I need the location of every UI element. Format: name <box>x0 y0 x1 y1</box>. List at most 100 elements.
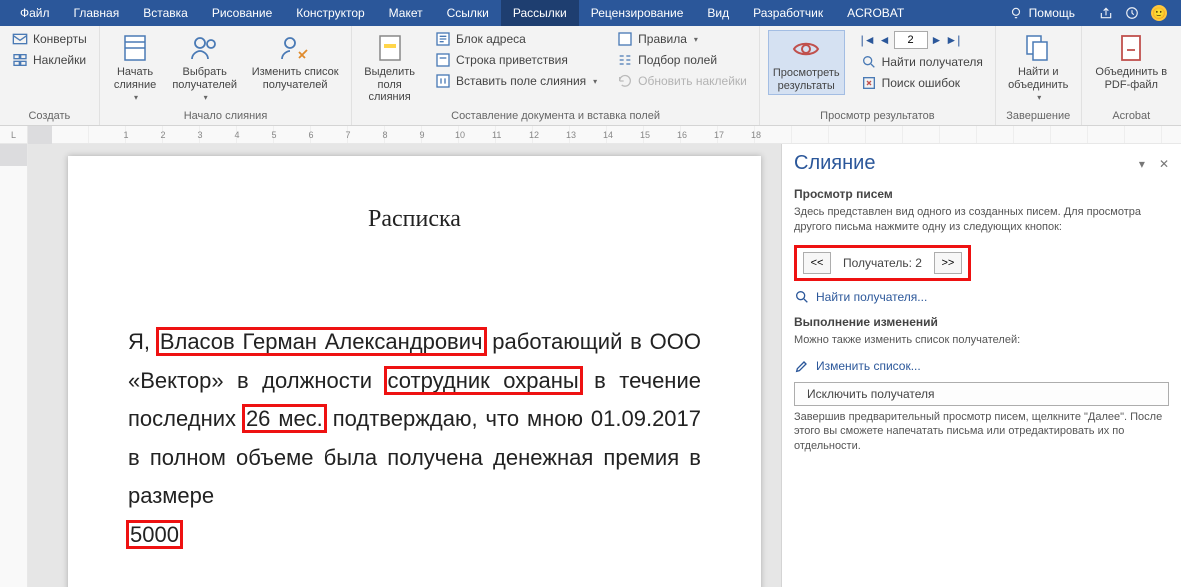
merge-field-months: 26 мес. <box>244 406 325 431</box>
envelopes-button[interactable]: Конверты <box>8 30 91 48</box>
highlight-icon <box>374 32 406 64</box>
preview-hint: Здесь представлен вид одного из созданны… <box>782 205 1181 241</box>
group-preview: Просмотреть результаты |◄ ◄ ► ►| Найти п… <box>760 26 996 125</box>
edit-recipients-button[interactable]: Изменить список получателей <box>247 30 343 93</box>
finish-hint: Завершив предварительный просмотр писем,… <box>782 410 1181 461</box>
document-page[interactable]: Расписка Я, Власов Герман Александрович … <box>68 156 761 587</box>
update-labels-button: Обновить наклейки <box>613 72 751 90</box>
highlight-fields-button[interactable]: Выделить поля слияния <box>360 30 419 106</box>
pdf-icon <box>1115 32 1147 64</box>
section-preview-heading: Просмотр писем <box>782 181 1181 205</box>
match-icon <box>617 52 633 68</box>
recipient-label: Получатель: 2 <box>837 256 928 270</box>
record-number-input[interactable] <box>894 31 928 49</box>
rules-button[interactable]: Правила▾ <box>613 30 751 48</box>
edit-icon <box>794 358 810 374</box>
next-recipient-button[interactable]: >> <box>934 252 962 274</box>
greeting-line-button[interactable]: Строка приветствия <box>431 51 601 69</box>
vertical-ruler[interactable] <box>0 144 28 587</box>
preview-results-button[interactable]: Просмотреть результаты <box>768 30 845 95</box>
find-recipient-link[interactable]: Найти получателя... <box>782 285 1181 309</box>
refresh-icon <box>617 73 633 89</box>
greeting-icon <box>435 52 451 68</box>
check-errors-button[interactable]: Поиск ошибок <box>857 74 987 92</box>
edit-list-icon <box>279 32 311 64</box>
ribbon: Конверты Наклейки Создать Начать слияние… <box>0 26 1181 126</box>
address-block-button[interactable]: Блок адреса <box>431 30 601 48</box>
start-merge-icon <box>119 32 151 64</box>
document-canvas[interactable]: Расписка Я, Власов Герман Александрович … <box>28 144 781 587</box>
tab-insert[interactable]: Вставка <box>131 0 200 26</box>
help-button[interactable]: Помощь <box>997 0 1087 26</box>
envelope-icon <box>12 31 28 47</box>
group-finish: Найти и объединить▾ Завершение <box>996 26 1082 125</box>
pane-close-icon[interactable]: ✕ <box>1159 157 1169 171</box>
group-compose: Выделить поля слияния Блок адреса Строка… <box>352 26 760 125</box>
first-record-icon[interactable]: |◄ <box>861 33 876 47</box>
group-create: Конверты Наклейки Создать <box>0 26 100 125</box>
select-recipients-button[interactable]: Выбрать получателей▾ <box>168 30 241 104</box>
group-label: Завершение <box>1004 110 1073 125</box>
group-label: Составление документа и вставка полей <box>360 110 751 125</box>
exclude-recipient-button[interactable]: Исключить получателя <box>794 382 1169 406</box>
history-icon[interactable] <box>1125 6 1139 20</box>
labels-button[interactable]: Наклейки <box>8 51 91 69</box>
preview-icon <box>790 33 822 65</box>
rules-icon <box>617 31 633 47</box>
recipient-nav: << Получатель: 2 >> <box>794 245 971 281</box>
pane-options-icon[interactable]: ▾ <box>1139 157 1145 171</box>
next-record-icon[interactable]: ► <box>931 33 943 47</box>
start-merge-button[interactable]: Начать слияние▾ <box>108 30 163 104</box>
horizontal-ruler[interactable]: L 123456789101112131415161718 <box>0 126 1181 144</box>
insert-field-icon <box>435 73 451 89</box>
finish-merge-button[interactable]: Найти и объединить▾ <box>1004 30 1073 104</box>
section-changes-heading: Выполнение изменений <box>782 309 1181 333</box>
tab-layout[interactable]: Макет <box>377 0 435 26</box>
group-label: Просмотр результатов <box>768 110 987 125</box>
merge-field-name: Власов Герман Александрович <box>158 329 485 354</box>
ruler-corner[interactable]: L <box>0 126 28 144</box>
merge-field-amount: 5000 <box>128 522 181 547</box>
insert-merge-field-button[interactable]: Вставить поле слияния▾ <box>431 72 601 90</box>
workarea: Расписка Я, Власов Герман Александрович … <box>0 144 1181 587</box>
search-icon <box>794 289 810 305</box>
tab-references[interactable]: Ссылки <box>435 0 501 26</box>
tab-acrobat[interactable]: ACROBAT <box>835 0 916 26</box>
labels-icon <box>12 52 28 68</box>
mail-merge-pane: Слияние ▾ ✕ Просмотр писем Здесь предста… <box>781 144 1181 587</box>
merge-field-position: сотрудник охраны <box>386 368 581 393</box>
tab-draw[interactable]: Рисование <box>200 0 284 26</box>
group-label: Создать <box>8 110 91 125</box>
doc-title: Расписка <box>128 206 701 233</box>
tab-review[interactable]: Рецензирование <box>579 0 696 26</box>
errors-icon <box>861 75 877 91</box>
share-icon[interactable] <box>1099 6 1113 20</box>
pane-title: Слияние <box>794 152 875 175</box>
prev-recipient-button[interactable]: << <box>803 252 831 274</box>
edit-list-link[interactable]: Изменить список... <box>782 354 1181 378</box>
address-icon <box>435 31 451 47</box>
group-label: Начало слияния <box>108 110 344 125</box>
tab-file[interactable]: Файл <box>8 0 62 26</box>
finish-icon <box>1022 32 1054 64</box>
people-icon <box>189 32 221 64</box>
tab-view[interactable]: Вид <box>695 0 741 26</box>
tab-developer[interactable]: Разработчик <box>741 0 835 26</box>
doc-body[interactable]: Я, Власов Герман Александрович работающи… <box>128 323 701 554</box>
tab-home[interactable]: Главная <box>62 0 132 26</box>
group-acrobat: Объединить в PDF-файл Acrobat <box>1082 26 1181 125</box>
find-recipient-button[interactable]: Найти получателя <box>857 53 987 71</box>
merge-pdf-button[interactable]: Объединить в PDF-файл <box>1090 30 1173 93</box>
group-label: Acrobat <box>1090 110 1173 125</box>
tab-design[interactable]: Конструктор <box>284 0 376 26</box>
changes-hint: Можно также изменить список получателей: <box>782 333 1181 354</box>
menubar: Файл Главная Вставка Рисование Конструкт… <box>0 0 1181 26</box>
tab-mailings[interactable]: Рассылки <box>501 0 579 26</box>
match-fields-button[interactable]: Подбор полей <box>613 51 751 69</box>
prev-record-icon[interactable]: ◄ <box>879 33 891 47</box>
feedback-smile-icon[interactable]: 🙂 <box>1151 5 1167 21</box>
record-nav[interactable]: |◄ ◄ ► ►| <box>857 30 987 50</box>
search-icon <box>861 54 877 70</box>
last-record-icon[interactable]: ►| <box>945 33 960 47</box>
lightbulb-icon <box>1009 6 1023 20</box>
